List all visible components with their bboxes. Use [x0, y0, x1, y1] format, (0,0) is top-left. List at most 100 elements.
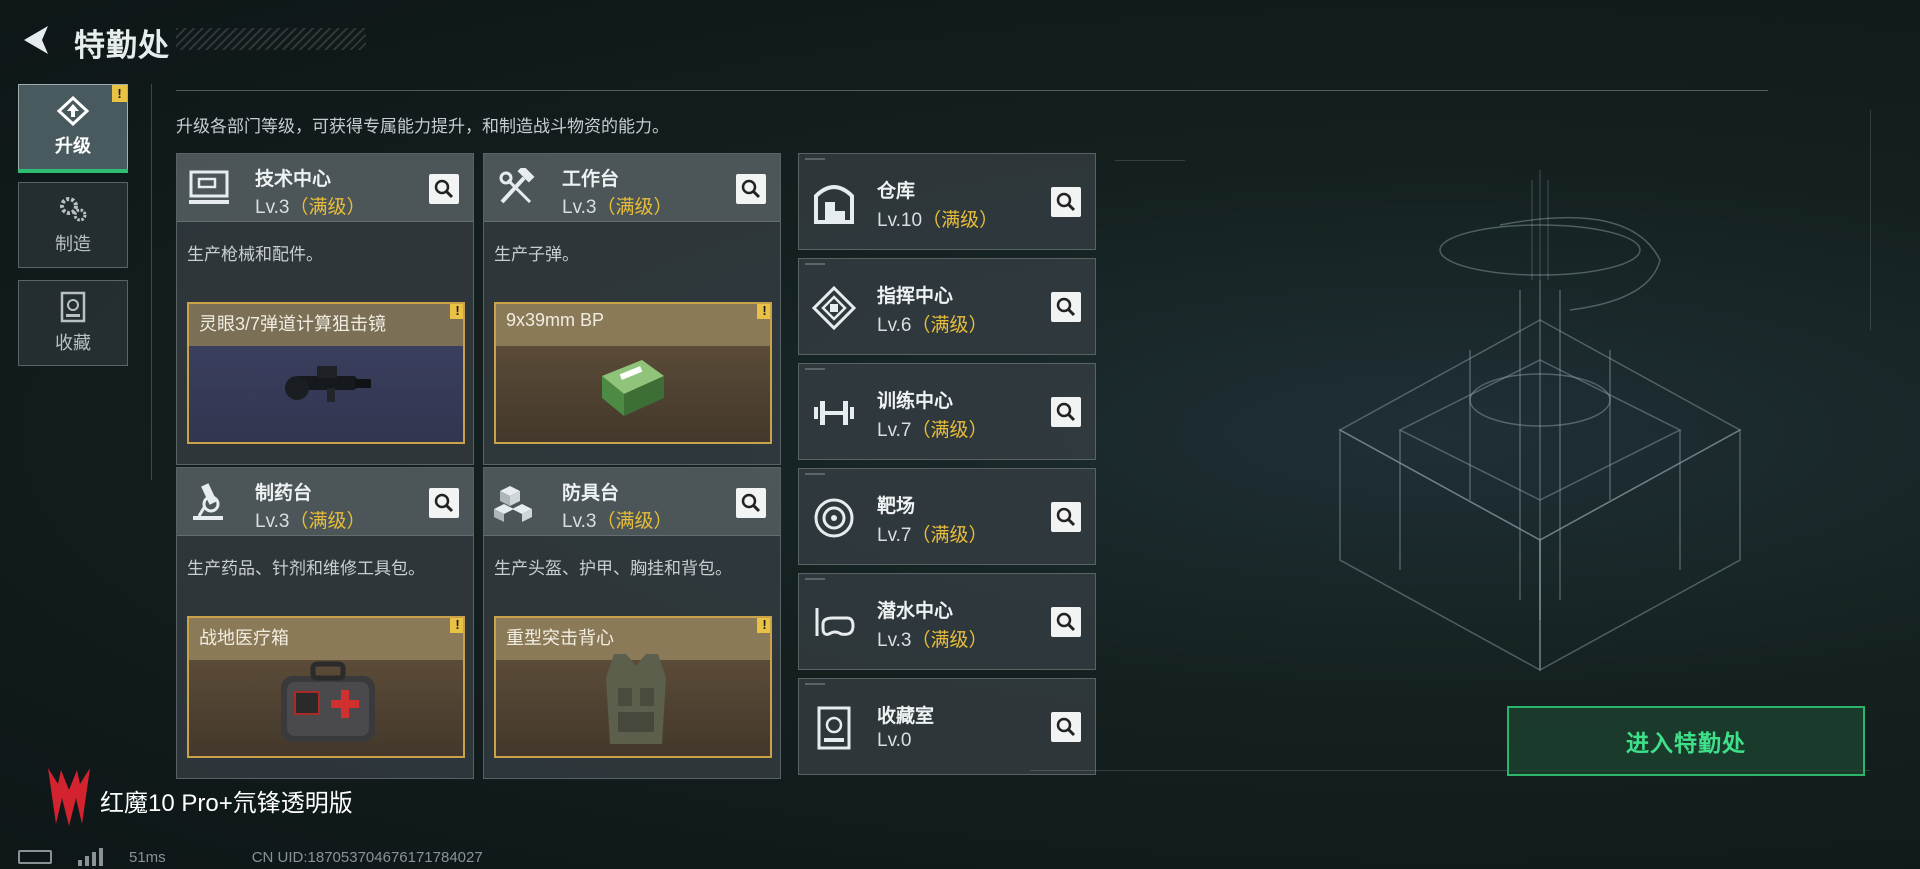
tab-upgrade[interactable]: 升级 !	[18, 84, 128, 173]
tab-label: 制造	[55, 234, 91, 254]
card-armor-bench[interactable]: 防具台 Lv.3（满级） 生产头盔、护甲、胸挂和背包。 重型突击背心 !	[483, 467, 781, 779]
divider	[151, 84, 152, 480]
microscope-icon	[193, 483, 223, 520]
card-tech-center[interactable]: 技术中心 Lv.3（满级） 生产枪械和配件。 灵眼3/7弹道计算狙击镜 !	[176, 153, 474, 465]
facility-shooting-range[interactable]: 靶场 Lv.7（满级）	[798, 468, 1096, 565]
tech-center-icon	[189, 170, 229, 204]
item-name: 重型突击背心	[506, 628, 614, 648]
warning-badge: !	[112, 85, 127, 102]
tab-label: 收藏	[55, 333, 91, 353]
search-icon[interactable]	[1051, 712, 1081, 742]
page-description: 升级各部门等级，可获得专属能力提升，和制造战斗物资的能力。	[176, 117, 669, 136]
diving-mask-icon	[815, 608, 855, 636]
craft-item[interactable]: 灵眼3/7弹道计算狙击镜 !	[187, 302, 465, 444]
facility-name: 工作台	[562, 169, 620, 190]
dumbbell-icon	[814, 401, 854, 425]
search-icon[interactable]	[1051, 397, 1081, 427]
collection-icon	[60, 291, 86, 323]
enter-special-ops-button[interactable]: 进入特勤处	[1507, 706, 1865, 776]
card-header: 防具台 Lv.3（满级）	[484, 468, 780, 536]
facility-level: Lv.7（满级）	[877, 420, 988, 441]
item-name: 战地医疗箱	[199, 628, 289, 648]
command-center-icon	[811, 285, 857, 331]
facility-name: 训练中心	[877, 391, 954, 412]
facility-level: Lv.3（满级）	[562, 511, 673, 532]
facility-description: 生产头盔、护甲、胸挂和背包。	[494, 559, 732, 578]
item-name: 灵眼3/7弹道计算狙击镜	[199, 314, 387, 334]
facility-level: Lv.3（满级）	[255, 511, 366, 532]
facility-name: 收藏室	[877, 706, 935, 727]
card-header: 制药台 Lv.3（满级）	[177, 468, 473, 536]
craft-item[interactable]: 重型突击背心 !	[494, 616, 772, 758]
facility-level: Lv.3（满级）	[255, 197, 366, 218]
facility-level: Lv.3（满级）	[562, 197, 673, 218]
facility-level: Lv.7（满级）	[877, 525, 988, 546]
craft-item[interactable]: 战地医疗箱 !	[187, 616, 465, 758]
search-icon[interactable]	[429, 174, 459, 204]
warning-badge: !	[757, 304, 770, 319]
facility-name: 制药台	[255, 483, 313, 504]
warning-badge: !	[450, 304, 463, 319]
facility-level: Lv.6（满级）	[877, 315, 988, 336]
warehouse-icon	[814, 185, 854, 224]
facility-name: 防具台	[562, 483, 620, 504]
facility-description: 生产子弹。	[494, 245, 579, 264]
battery-icon	[18, 850, 52, 864]
back-arrow-icon[interactable]	[18, 22, 54, 58]
tab-label: 升级	[55, 136, 91, 156]
search-icon[interactable]	[1051, 502, 1081, 532]
page-title: 特勤处	[74, 28, 170, 63]
device-watermark: 红魔10 Pro+氘锋透明版	[100, 790, 353, 817]
item-name: 9x39mm BP	[506, 310, 605, 330]
decor-line	[1870, 110, 1871, 330]
facility-name: 技术中心	[255, 169, 332, 190]
facility-name: 靶场	[877, 496, 916, 517]
vest-icon	[606, 654, 666, 744]
facility-warehouse[interactable]: 仓库 Lv.10（满级）	[798, 153, 1096, 250]
card-header: 技术中心 Lv.3（满级）	[177, 154, 473, 222]
facility-name: 潜水中心	[877, 601, 954, 622]
search-icon[interactable]	[429, 488, 459, 518]
warning-badge: !	[757, 618, 770, 633]
search-icon[interactable]	[1051, 187, 1081, 217]
user-uid: CN UID:187053704676171784027	[251, 848, 483, 866]
facility-name: 指挥中心	[877, 286, 954, 307]
armor-blocks-icon	[494, 486, 532, 522]
scope-icon	[285, 366, 371, 402]
craft-item[interactable]: 9x39mm BP !	[494, 302, 772, 444]
gears-icon	[60, 197, 87, 222]
medkit-icon	[281, 661, 375, 742]
upgrade-icon	[56, 96, 90, 126]
collection-room-icon	[817, 706, 851, 750]
facility-level: Lv.10（满级）	[877, 210, 999, 231]
search-icon[interactable]	[1051, 292, 1081, 322]
status-bar: 51ms CN UID:187053704676171784027	[18, 848, 483, 866]
target-icon	[814, 498, 854, 538]
ammo-box-icon	[602, 360, 664, 416]
warning-badge: !	[450, 618, 463, 633]
ping-value: 51ms	[129, 848, 166, 866]
facility-level: Lv.0	[877, 730, 912, 751]
card-workbench[interactable]: 工作台 Lv.3（满级） 生产子弹。 9x39mm BP !	[483, 153, 781, 465]
title-decoration	[176, 28, 366, 50]
search-icon[interactable]	[1051, 607, 1081, 637]
tab-craft[interactable]: 制造	[18, 182, 128, 268]
card-pharmacy[interactable]: 制药台 Lv.3（满级） 生产药品、针剂和维修工具包。 战地医疗箱 !	[176, 467, 474, 779]
facility-training-center[interactable]: 训练中心 Lv.7（满级）	[798, 363, 1096, 460]
decor-line	[1115, 160, 1185, 161]
facility-command-center[interactable]: 指挥中心 Lv.6（满级）	[798, 258, 1096, 355]
facility-level: Lv.3（满级）	[877, 630, 988, 651]
facility-description: 生产药品、针剂和维修工具包。	[187, 559, 425, 578]
hammer-wrench-icon	[499, 168, 535, 204]
facility-diving-center[interactable]: 潜水中心 Lv.3（满级）	[798, 573, 1096, 670]
facility-collection-room[interactable]: 收藏室 Lv.0	[798, 678, 1096, 775]
search-icon[interactable]	[736, 174, 766, 204]
redmagic-logo	[48, 768, 90, 826]
hologram-building	[1338, 170, 1742, 672]
card-header: 工作台 Lv.3（满级）	[484, 154, 780, 222]
tab-collection[interactable]: 收藏	[18, 280, 128, 366]
facility-description: 生产枪械和配件。	[187, 245, 323, 264]
signal-icon	[78, 848, 103, 866]
search-icon[interactable]	[736, 488, 766, 518]
facility-name: 仓库	[877, 181, 916, 202]
